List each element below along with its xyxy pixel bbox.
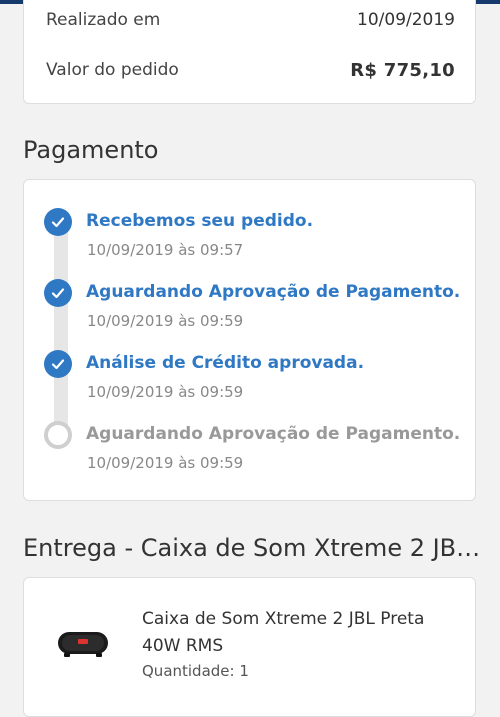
step-title: Recebemos seu pedido. <box>86 211 314 231</box>
step-title: Aguardando Aprovação de Pagamento. <box>86 424 461 444</box>
speaker-image-icon <box>58 632 108 657</box>
order-date-row: Realizado em 10/09/2019 <box>46 7 455 33</box>
step-date: 10/09/2019 às 09:59 <box>87 312 244 330</box>
step-date: 10/09/2019 às 09:59 <box>87 454 244 472</box>
timeline-step: Aguardando Aprovação de Pagamento. 10/09… <box>44 421 465 479</box>
product-name[interactable]: Caixa de Som Xtreme 2 JBL Preta 40W RMS <box>142 606 462 660</box>
order-total-value: R$ 775,10 <box>350 59 455 81</box>
delivery-section-title: Entrega - Caixa de Som Xtreme 2 JB… <box>23 534 481 562</box>
check-icon <box>44 279 72 307</box>
timeline-step: Análise de Crédito aprovada. 10/09/2019 … <box>44 350 465 408</box>
timeline-step: Recebemos seu pedido. 10/09/2019 às 09:5… <box>44 208 465 266</box>
check-icon <box>44 350 72 378</box>
timeline-step: Aguardando Aprovação de Pagamento. 10/09… <box>44 279 465 337</box>
payment-section-title: Pagamento <box>23 136 159 164</box>
payment-timeline-card: Recebemos seu pedido. 10/09/2019 às 09:5… <box>23 179 476 501</box>
order-summary-card: Realizado em 10/09/2019 Valor do pedido … <box>23 0 476 104</box>
delivery-card[interactable]: Caixa de Som Xtreme 2 JBL Preta 40W RMS … <box>23 577 476 717</box>
pending-circle-icon <box>44 421 72 449</box>
check-icon <box>44 208 72 236</box>
step-date: 10/09/2019 às 09:59 <box>87 383 244 401</box>
step-title: Análise de Crédito aprovada. <box>86 353 365 373</box>
order-total-row: Valor do pedido R$ 775,10 <box>46 57 455 83</box>
step-title: Aguardando Aprovação de Pagamento. <box>86 282 461 302</box>
step-date: 10/09/2019 às 09:57 <box>87 241 244 259</box>
order-total-label: Valor do pedido <box>46 60 179 80</box>
order-date-label: Realizado em <box>46 10 161 30</box>
order-date-value: 10/09/2019 <box>357 10 455 30</box>
product-quantity: Quantidade: 1 <box>142 662 249 680</box>
